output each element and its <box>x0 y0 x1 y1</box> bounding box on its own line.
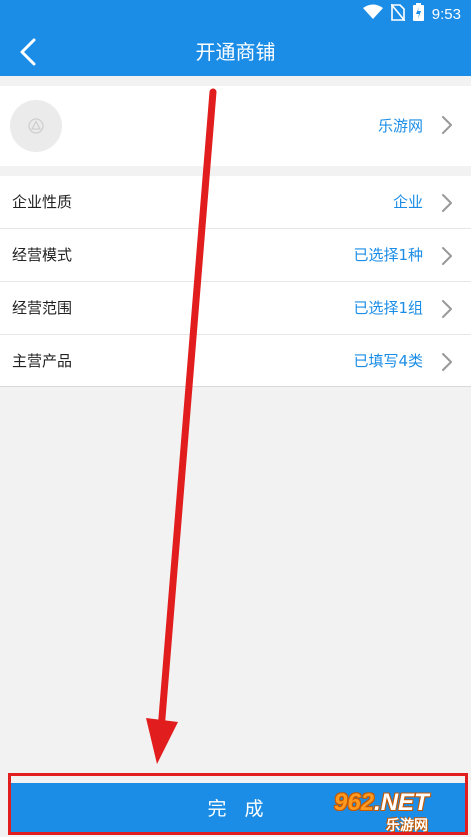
row-value: 企业 <box>392 193 423 211</box>
screen: 9:53 开通商铺 乐游网 企业性质 企业 经营模式 已选择1种 经营范围 已选… <box>0 0 471 837</box>
chevron-right-icon <box>441 352 453 376</box>
watermark-site: 乐游网 <box>386 818 428 834</box>
site-watermark: 962.NET 乐游网 <box>330 787 465 835</box>
chevron-right-icon <box>441 115 453 139</box>
avatar[interactable] <box>10 100 62 152</box>
chevron-right-icon <box>441 193 453 217</box>
battery-charging-icon <box>412 3 424 25</box>
chevron-left-icon <box>10 38 50 74</box>
no-sim-icon <box>390 2 406 25</box>
page-title: 开通商铺 <box>195 40 276 64</box>
app-bar: 开通商铺 <box>0 28 471 76</box>
status-time: 9:53 <box>431 5 461 23</box>
chevron-right-icon <box>441 246 453 270</box>
shop-name: 乐游网 <box>377 117 423 135</box>
list-item-business-scope[interactable]: 经营范围 已选择1组 <box>0 282 471 335</box>
shop-profile-row[interactable]: 乐游网 <box>0 86 471 166</box>
list-item-main-products[interactable]: 主营产品 已填写4类 <box>0 335 471 387</box>
back-button[interactable] <box>10 34 50 70</box>
row-value: 已选择1种 <box>353 246 423 264</box>
row-label: 主营产品 <box>12 352 73 370</box>
row-label: 经营模式 <box>12 246 73 264</box>
status-bar: 9:53 <box>0 0 471 28</box>
list-item-business-model[interactable]: 经营模式 已选择1种 <box>0 229 471 282</box>
row-value: 已选择1组 <box>353 299 423 317</box>
row-label: 企业性质 <box>12 193 73 211</box>
shop-settings-list: 企业性质 企业 经营模式 已选择1种 经营范围 已选择1组 主营产品 已填写4类 <box>0 176 471 387</box>
row-value: 已填写4类 <box>353 352 423 370</box>
wifi-icon <box>362 4 383 24</box>
chevron-right-icon <box>441 299 453 323</box>
status-icons: 9:53 <box>362 2 461 25</box>
row-label: 经营范围 <box>12 299 73 317</box>
list-item-business-nature[interactable]: 企业性质 企业 <box>0 176 471 229</box>
watermark-logo: 962.NET <box>334 789 429 816</box>
